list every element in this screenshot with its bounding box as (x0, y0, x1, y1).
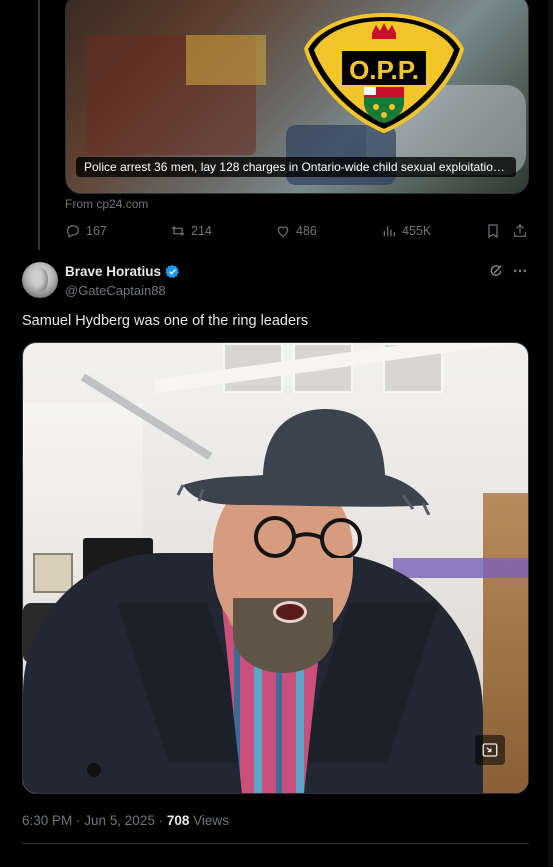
opp-logo: O.P.P. (303, 12, 465, 134)
link-preview-card[interactable]: O.P.P. Police arrest 36 men, lay 128 cha… (65, 0, 529, 194)
reply-count: 167 (86, 224, 107, 238)
repost-icon (171, 226, 185, 236)
views-label: Views (189, 813, 229, 828)
media-background (393, 558, 528, 578)
like-button[interactable]: 486 (275, 223, 317, 239)
bookmark-button[interactable] (485, 223, 501, 239)
picture-in-picture-icon (482, 743, 498, 757)
more-icon[interactable] (512, 263, 528, 279)
tweet-text: Samuel Hydberg was one of the ring leade… (22, 313, 309, 329)
card-source[interactable]: From cp24.com (65, 197, 148, 211)
share-button[interactable] (512, 223, 528, 239)
tweet-meta: 6:30 PM · Jun 5, 2025 · 708 Views (22, 813, 229, 828)
analytics-icon (383, 226, 395, 237)
card-image-bg (186, 35, 266, 85)
views-number: 708 (166, 813, 190, 828)
tweet-media-video[interactable] (22, 342, 529, 794)
person-hat (176, 409, 431, 515)
like-count: 486 (296, 224, 317, 238)
media-background (33, 553, 73, 593)
bookmark-icon (488, 224, 498, 239)
views-button[interactable]: 455K (381, 223, 431, 239)
person-mouth (273, 601, 307, 623)
card-caption: Police arrest 36 men, lay 128 charges in… (76, 157, 516, 177)
grok-icon[interactable] (488, 263, 504, 279)
verified-badge-icon (165, 264, 179, 278)
opp-logo-text: O.P.P. (349, 55, 419, 85)
scrollbar[interactable] (548, 0, 553, 867)
card-source-prefix: From (65, 197, 93, 211)
card-source-domain: cp24.com (96, 197, 149, 211)
avatar-face (32, 268, 48, 292)
share-icon (514, 224, 526, 237)
author-name[interactable]: Brave Horatius (65, 264, 161, 279)
reply-button[interactable]: 167 (65, 223, 107, 239)
repost-count: 214 (191, 224, 212, 238)
author-handle[interactable]: @GateCaptain88 (65, 283, 166, 298)
person-glasses (254, 516, 362, 558)
media-expand-button[interactable] (475, 735, 505, 765)
coat-button (87, 763, 101, 777)
action-bar: 167 214 486 455K (65, 223, 530, 243)
heart-icon (277, 226, 289, 238)
divider (22, 843, 529, 844)
avatar[interactable] (22, 262, 58, 298)
reply-icon (67, 225, 79, 239)
views-count: 455K (402, 224, 432, 238)
thread-connector (38, 0, 40, 250)
tweet-timestamp[interactable]: 6:30 PM · Jun 5, 2025 · (22, 813, 167, 828)
repost-button[interactable]: 214 (170, 223, 212, 239)
